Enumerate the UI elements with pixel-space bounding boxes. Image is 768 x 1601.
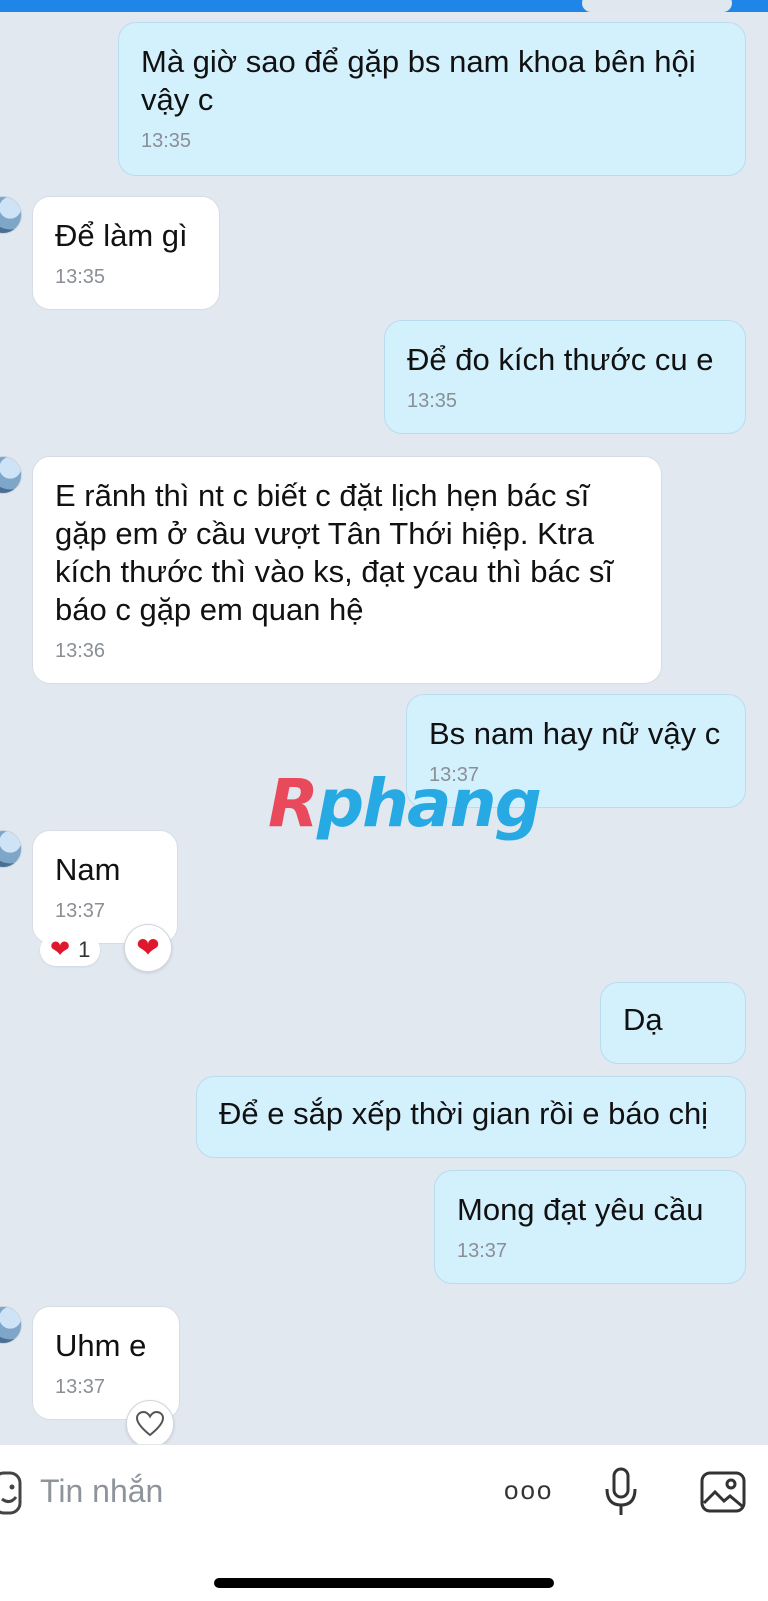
- contact-avatar[interactable]: [0, 456, 22, 494]
- more-icon[interactable]: ooo: [504, 1475, 553, 1506]
- message-text: Để làm gì: [55, 218, 188, 253]
- message-text: Bs nam hay nữ vậy c: [429, 716, 721, 751]
- message-time: 13:35: [141, 130, 192, 152]
- message-time: 13:36: [55, 640, 106, 662]
- status-bar-strip: [0, 0, 768, 12]
- microphone-icon[interactable]: [604, 1467, 638, 1517]
- reaction-count: 1: [78, 937, 91, 962]
- message-time: 13:37: [55, 900, 106, 922]
- message-text: Uhm e: [55, 1328, 147, 1363]
- message-time: 13:37: [55, 1376, 106, 1398]
- heart-icon: ❤: [136, 932, 160, 963]
- message-text: E rãnh thì nt c biết c đặt lịch hẹn bác …: [55, 478, 613, 627]
- message-bubble-outgoing[interactable]: Mong đạt yêu cầu 13:37: [434, 1170, 746, 1284]
- message-text: Mà giờ sao để gặp bs nam khoa bên hội vậ…: [141, 44, 696, 117]
- top-pill: [582, 0, 732, 12]
- watermark-logo: Rphang: [268, 765, 542, 842]
- message-text: Để đo kích thước cu e: [407, 342, 714, 377]
- message-text: Dạ: [623, 1002, 663, 1037]
- react-button[interactable]: [126, 1400, 174, 1448]
- contact-avatar[interactable]: [0, 196, 22, 234]
- message-text: Để e sắp xếp thời gian rồi e báo chị: [219, 1096, 709, 1131]
- message-bubble-outgoing[interactable]: Để e sắp xếp thời gian rồi e báo chị: [196, 1076, 746, 1158]
- home-indicator[interactable]: [214, 1578, 554, 1588]
- message-bubble-outgoing[interactable]: Mà giờ sao để gặp bs nam khoa bên hội vậ…: [118, 22, 746, 176]
- message-composer: Tin nhắn ooo: [0, 1444, 768, 1601]
- react-button[interactable]: ❤: [124, 924, 172, 972]
- sticker-icon[interactable]: [0, 1471, 22, 1515]
- message-time: 13:35: [407, 390, 458, 412]
- message-input[interactable]: Tin nhắn: [40, 1473, 163, 1510]
- message-time: 13:35: [55, 266, 106, 288]
- message-time: 13:37: [457, 1240, 508, 1262]
- message-text: Nam: [55, 852, 121, 887]
- message-bubble-incoming[interactable]: Để làm gì 13:35: [32, 196, 220, 310]
- image-icon[interactable]: [700, 1471, 746, 1513]
- message-bubble-incoming[interactable]: E rãnh thì nt c biết c đặt lịch hẹn bác …: [32, 456, 662, 684]
- heart-outline-icon: [136, 1411, 164, 1437]
- message-bubble-outgoing[interactable]: Để đo kích thước cu e 13:35: [384, 320, 746, 434]
- contact-avatar[interactable]: [0, 830, 22, 868]
- message-bubble-outgoing[interactable]: Dạ: [600, 982, 746, 1064]
- reaction-summary[interactable]: ❤ 1: [40, 934, 101, 966]
- heart-icon: ❤: [50, 936, 71, 963]
- message-text: Mong đạt yêu cầu: [457, 1192, 704, 1227]
- contact-avatar[interactable]: [0, 1306, 22, 1344]
